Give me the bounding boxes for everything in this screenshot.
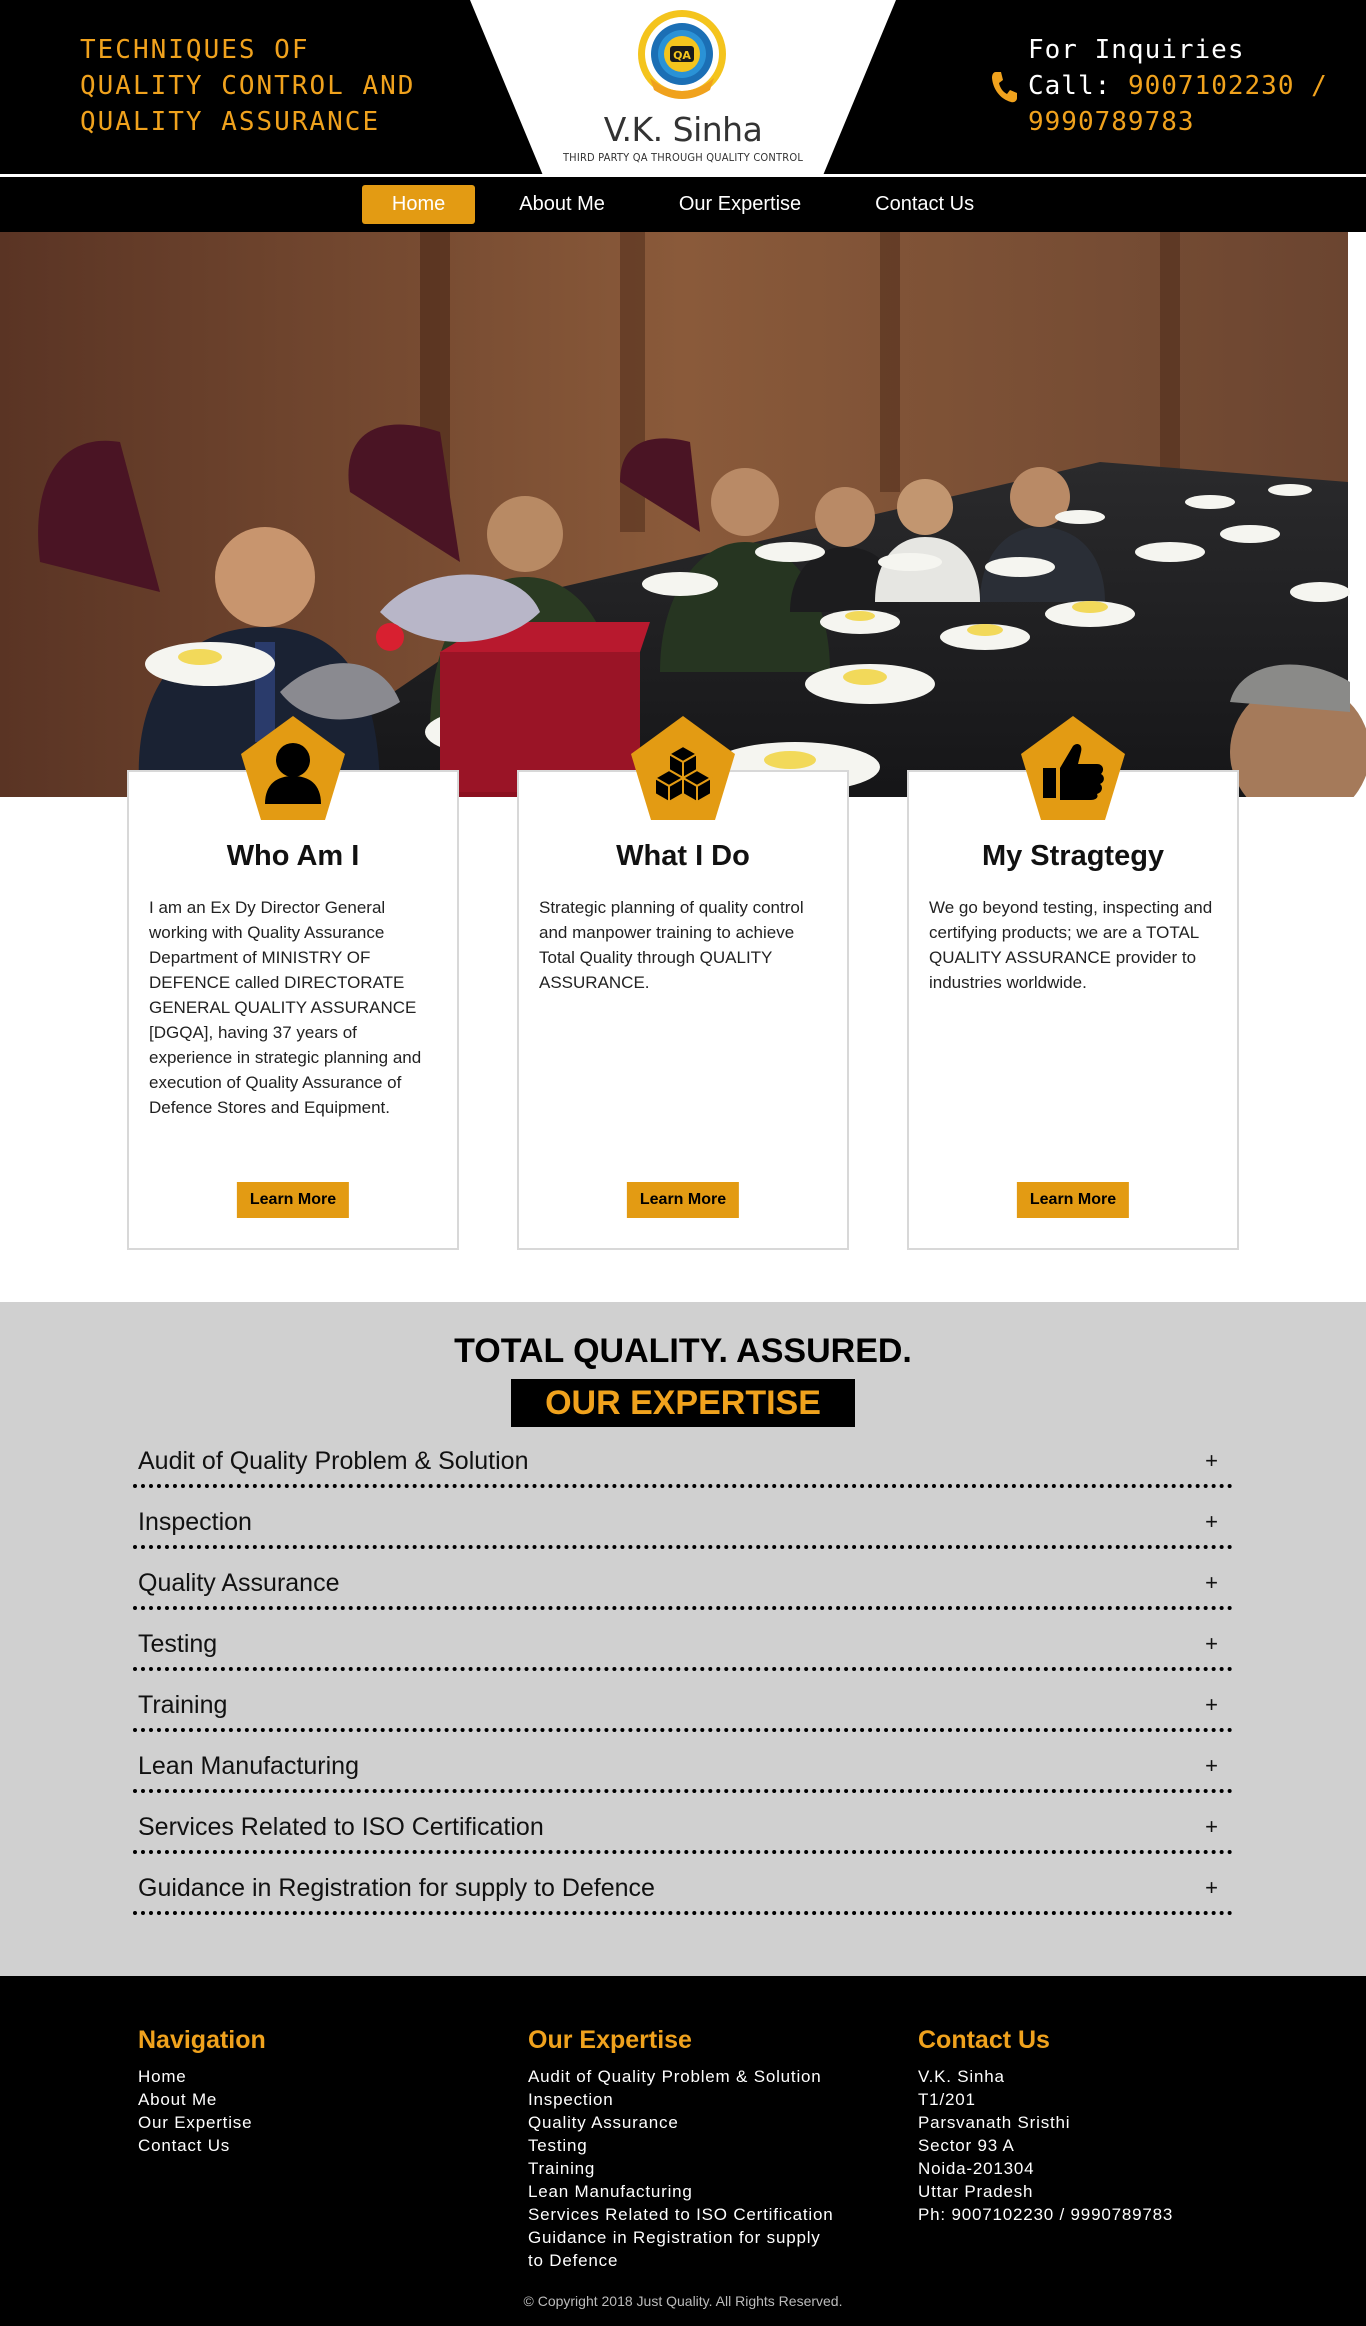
learn-more-button[interactable]: Learn More <box>236 1182 350 1218</box>
contact-name: V.K. Sinha <box>918 2067 1005 2086</box>
main-nav: Home About Me Our Expertise Contact Us <box>0 174 1366 232</box>
contact-address-line: Sector 93 A <box>918 2136 1015 2155</box>
footer-link-about-me[interactable]: About Me <box>138 2088 266 2111</box>
card-text: Strategic planning of quality control an… <box>539 898 804 992</box>
accordion-item[interactable]: Services Related to ISO Certification + <box>133 1793 1233 1854</box>
expand-icon[interactable]: + <box>1205 1875 1218 1901</box>
site-header: TECHNIQUES OF QUALITY CONTROL AND QUALIT… <box>0 0 1366 174</box>
accordion-item-label: Training <box>138 1691 228 1719</box>
logo-subtitle: THIRD PARTY QA THROUGH QUALITY CONTROL <box>562 151 804 164</box>
inquiry-label: For Inquiries <box>1028 35 1245 65</box>
nav-about-me[interactable]: About Me <box>489 185 635 224</box>
expand-icon[interactable]: + <box>1205 1631 1218 1657</box>
footer-expertise: Our Expertise Audit of Quality Problem &… <box>528 2026 834 2272</box>
footer-contact: Contact Us V.K. Sinha T1/201 Parsvanath … <box>918 2026 1173 2226</box>
contact-address-line: Noida-201304 <box>918 2159 1035 2178</box>
expertise-title: TOTAL QUALITY. ASSURED. <box>454 1332 912 1370</box>
accordion-item[interactable]: Testing + <box>133 1610 1233 1671</box>
nav-home[interactable]: Home <box>361 185 476 224</box>
expand-icon[interactable]: + <box>1205 1448 1218 1474</box>
footer-expertise-link[interactable]: Lean Manufacturing <box>528 2180 834 2203</box>
accordion-item[interactable]: Audit of Quality Problem & Solution + <box>133 1427 1233 1488</box>
inquiry-call-line: Call: 9007102230 / <box>1028 68 1328 104</box>
footer-navigation: Navigation Home About Me Our Expertise C… <box>138 2026 266 2157</box>
footer-link-home[interactable]: Home <box>138 2065 266 2088</box>
accordion-item-label: Lean Manufacturing <box>138 1752 359 1780</box>
footer-expertise-link[interactable]: Guidance in Registration for supply <box>528 2226 834 2249</box>
footer-expertise-link[interactable]: Training <box>528 2157 834 2180</box>
expertise-subtitle: OUR EXPERTISE <box>511 1379 855 1427</box>
expand-icon[interactable]: + <box>1205 1814 1218 1840</box>
footer-heading: Contact Us <box>918 2026 1050 2054</box>
nav-our-expertise[interactable]: Our Expertise <box>649 185 831 224</box>
footer-link-our-expertise[interactable]: Our Expertise <box>138 2111 266 2134</box>
card-who-am-i: Who Am I I am an Ex Dy Director General … <box>127 716 459 1250</box>
expand-icon[interactable]: + <box>1205 1753 1218 1779</box>
logo-badge-text: QA <box>673 49 691 62</box>
learn-more-button[interactable]: Learn More <box>1016 1182 1130 1218</box>
accordion-item-label: Guidance in Registration for supply to D… <box>138 1874 655 1902</box>
learn-more-button[interactable]: Learn More <box>626 1182 740 1218</box>
call-label: Call: <box>1028 71 1112 101</box>
expand-icon[interactable]: + <box>1205 1692 1218 1718</box>
person-7 <box>1230 664 1366 797</box>
expertise-section: TOTAL QUALITY. ASSURED. OUR EXPERTISE Au… <box>0 1302 1366 1976</box>
card-title: My Stragtegy <box>981 840 1165 872</box>
card-what-i-do: What I Do Strategic planning of quality … <box>517 716 849 1250</box>
card-text: We go beyond testing, inspecting and cer… <box>929 898 1213 992</box>
expand-icon[interactable]: + <box>1205 1509 1218 1535</box>
contact-address-line: Uttar Pradesh <box>918 2182 1034 2201</box>
accordion-item[interactable]: Training + <box>133 1671 1233 1732</box>
accordion-item-label: Services Related to ISO Certification <box>138 1813 544 1841</box>
site-footer: Navigation Home About Me Our Expertise C… <box>0 1976 1366 2326</box>
qa-logo-badge[interactable]: QA <box>636 8 728 104</box>
accordion-item[interactable]: Quality Assurance + <box>133 1549 1233 1610</box>
card-title: What I Do <box>616 840 750 872</box>
accordion-item-label: Testing <box>138 1630 218 1658</box>
card-text: I am an Ex Dy Director General working w… <box>149 898 422 1117</box>
footer-expertise-link[interactable]: Testing <box>528 2134 834 2157</box>
footer-heading: Our Expertise <box>528 2026 692 2054</box>
footer-expertise-link[interactable]: to Defence <box>528 2249 834 2272</box>
footer-link-contact-us[interactable]: Contact Us <box>138 2134 266 2157</box>
tagline-line-1: TECHNIQUES OF <box>80 35 310 65</box>
accordion-item[interactable]: Guidance in Registration for supply to D… <box>133 1854 1233 1915</box>
copyright-text: © Copyright 2018 Just Quality. All Right… <box>523 2293 843 2309</box>
card-title: Who Am I <box>226 840 360 872</box>
card-my-strategy: My Stragtegy We go beyond testing, inspe… <box>907 716 1239 1250</box>
footer-expertise-link[interactable]: Inspection <box>528 2088 834 2111</box>
expand-icon[interactable]: + <box>1205 1570 1218 1596</box>
tagline-line-2: QUALITY CONTROL AND <box>80 71 416 101</box>
contact-phone[interactable]: Ph: 9007102230 / 9990789783 <box>918 2203 1173 2226</box>
accordion-item-label: Quality Assurance <box>138 1569 340 1597</box>
user-icon <box>241 716 345 820</box>
contact-address-line: Parsvanath Sristhi <box>918 2113 1071 2132</box>
footer-expertise-link[interactable]: Quality Assurance <box>528 2111 834 2134</box>
intro-cards-section: Who Am I I am an Ex Dy Director General … <box>0 716 1366 1302</box>
footer-heading: Navigation <box>138 2026 266 2054</box>
footer-expertise-link[interactable]: Audit of Quality Problem & Solution <box>528 2065 834 2088</box>
accordion-item-label: Audit of Quality Problem & Solution <box>138 1447 529 1475</box>
accordion-item[interactable]: Inspection + <box>133 1488 1233 1549</box>
phone-number-2[interactable]: 9990789783 <box>1028 104 1328 140</box>
nav-contact-us[interactable]: Contact Us <box>845 185 1004 224</box>
phone-number-1[interactable]: 9007102230 / <box>1128 71 1328 101</box>
thumbs-up-icon <box>1021 716 1125 820</box>
accordion-item-label: Inspection <box>138 1508 252 1536</box>
accordion-item[interactable]: Lean Manufacturing + <box>133 1732 1233 1793</box>
inquiry-block: For Inquiries Call: 9007102230 / 9990789… <box>1028 32 1328 140</box>
phone-icon <box>992 72 1017 103</box>
footer-expertise-link[interactable]: Services Related to ISO Certification <box>528 2203 834 2226</box>
contact-address-line: T1/201 <box>918 2090 976 2109</box>
cubes-icon <box>631 716 735 820</box>
expertise-accordion: Audit of Quality Problem & Solution + In… <box>133 1427 1233 1915</box>
